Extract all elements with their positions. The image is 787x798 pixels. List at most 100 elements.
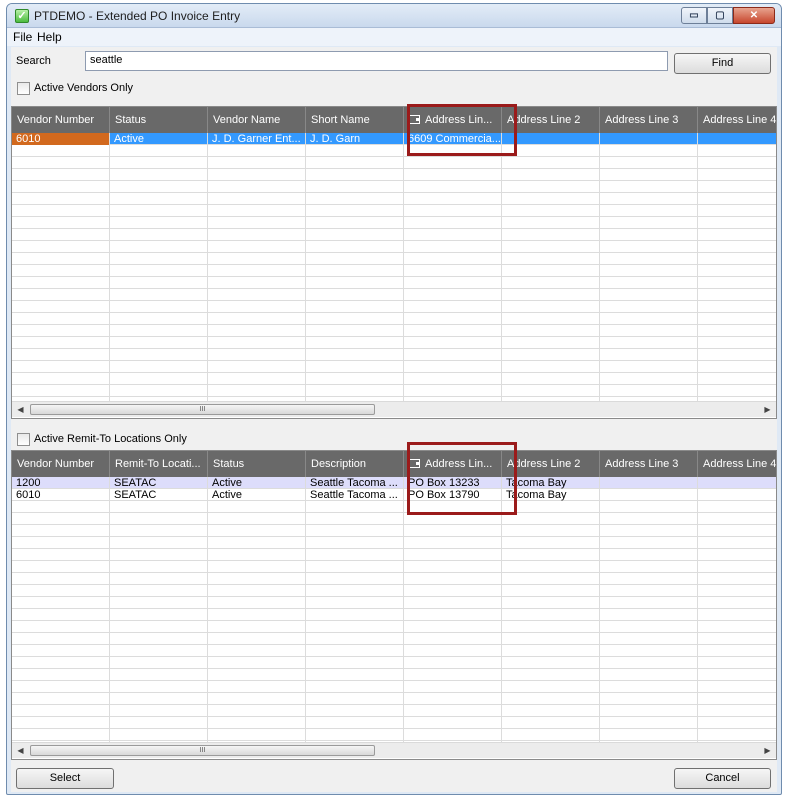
- column-header[interactable]: Address Line 2: [502, 451, 600, 477]
- cancel-button[interactable]: Cancel: [674, 768, 771, 789]
- table-cell[interactable]: [600, 133, 698, 145]
- empty-row: [12, 229, 776, 241]
- scroll-right-icon[interactable]: ▶: [759, 402, 776, 417]
- table-cell[interactable]: PO Box 13233: [404, 477, 502, 489]
- table-cell[interactable]: J. D. Garn: [306, 133, 404, 145]
- column-header[interactable]: Address Line 3: [600, 107, 698, 133]
- column-header[interactable]: Vendor Name: [208, 107, 306, 133]
- table-cell[interactable]: Active: [110, 133, 208, 145]
- column-header-label: Address Lin...: [425, 458, 493, 470]
- column-header-label: Vendor Number: [17, 114, 95, 126]
- table-cell[interactable]: SEATAC: [110, 477, 208, 489]
- scroll-left-icon[interactable]: ◀: [12, 402, 29, 417]
- empty-row: [12, 325, 776, 337]
- table-cell[interactable]: J. D. Garner Ent...: [208, 133, 306, 145]
- search-input[interactable]: seattle: [85, 51, 668, 71]
- table-cell[interactable]: [600, 477, 698, 489]
- scroll-thumb[interactable]: III: [30, 745, 375, 756]
- table-row[interactable]: 6010 SEATAC Active Seattle Tacoma ... PO Box…: [12, 489, 776, 501]
- empty-row: [12, 525, 776, 537]
- table-cell[interactable]: 1200: [12, 477, 110, 489]
- grid-column-line: [501, 477, 502, 743]
- empty-row: [12, 609, 776, 621]
- column-header[interactable]: Address Line 2: [502, 107, 600, 133]
- active-remit-to-label: Active Remit-To Locations Only: [34, 433, 187, 445]
- table-cell[interactable]: Active: [208, 489, 306, 501]
- find-button[interactable]: Find: [674, 53, 771, 74]
- close-icon[interactable]: ✕: [733, 7, 775, 24]
- empty-row: [12, 729, 776, 741]
- empty-row: [12, 241, 776, 253]
- table-cell[interactable]: [600, 489, 698, 501]
- table-cell[interactable]: Tacoma Bay: [502, 477, 600, 489]
- column-header-label: Short Name: [311, 114, 370, 126]
- menu-file[interactable]: File: [13, 30, 32, 44]
- grid-column-line: [501, 133, 502, 402]
- scroll-right-icon[interactable]: ▶: [759, 743, 776, 758]
- grid-column-line: [305, 133, 306, 402]
- column-header[interactable]: Address Line 4: [698, 107, 776, 133]
- column-header[interactable]: Status: [208, 451, 306, 477]
- empty-row: [12, 621, 776, 633]
- scroll-thumb[interactable]: III: [30, 404, 375, 415]
- table-cell[interactable]: PO Box 13790: [404, 489, 502, 501]
- column-header[interactable]: Vendor Number: [12, 107, 110, 133]
- empty-row: [12, 193, 776, 205]
- empty-row: [12, 145, 776, 157]
- active-remit-to-checkbox[interactable]: [17, 433, 30, 446]
- table-cell[interactable]: Seattle Tacoma ...: [306, 477, 404, 489]
- empty-row: [12, 657, 776, 669]
- column-header[interactable]: Address Lin...: [404, 451, 502, 477]
- column-header[interactable]: Vendor Number: [12, 451, 110, 477]
- search-label: Search: [16, 55, 51, 67]
- table-row[interactable]: 6010 Active J. D. Garner Ent... J. D. Garn 6…: [12, 133, 776, 145]
- column-header-label: Description: [311, 458, 367, 470]
- table-cell[interactable]: [698, 477, 776, 489]
- grid-column-line: [599, 477, 600, 743]
- column-chooser-icon[interactable]: [409, 115, 420, 124]
- table-cell[interactable]: Active: [208, 477, 306, 489]
- minimize-icon[interactable]: ▭: [681, 7, 707, 24]
- empty-row: [12, 361, 776, 373]
- column-header[interactable]: Address Line 3: [600, 451, 698, 477]
- table-cell[interactable]: Seattle Tacoma ...: [306, 489, 404, 501]
- column-header[interactable]: Short Name: [306, 107, 404, 133]
- table-cell[interactable]: 6609 Commercia...: [404, 133, 502, 145]
- table-cell[interactable]: SEATAC: [110, 489, 208, 501]
- column-header[interactable]: Remit-To Locati...: [110, 451, 208, 477]
- empty-row: [12, 181, 776, 193]
- column-header[interactable]: Address Lin...: [404, 107, 502, 133]
- column-header-label: Address Line 2: [507, 114, 581, 126]
- table-cell[interactable]: [502, 133, 600, 145]
- empty-row: [12, 349, 776, 361]
- table-cell[interactable]: [698, 133, 776, 145]
- grid-column-line: [305, 477, 306, 743]
- menu-help[interactable]: Help: [37, 30, 62, 44]
- title-bar[interactable]: ✓ PTDEMO - Extended PO Invoice Entry ▭ ▢…: [7, 4, 781, 28]
- column-header[interactable]: Description: [306, 451, 404, 477]
- empty-row: [12, 217, 776, 229]
- column-header[interactable]: Status: [110, 107, 208, 133]
- empty-row: [12, 301, 776, 313]
- scroll-left-icon[interactable]: ◀: [12, 743, 29, 758]
- maximize-icon[interactable]: ▢: [707, 7, 733, 24]
- grid-column-line: [207, 133, 208, 402]
- vendors-grid: Vendor Number Status Vendor Name Short Name…: [11, 106, 777, 419]
- empty-row: [12, 385, 776, 397]
- horizontal-scrollbar[interactable]: ◀ III ▶: [12, 401, 776, 417]
- column-chooser-icon[interactable]: [409, 459, 420, 468]
- empty-row: [12, 501, 776, 513]
- column-header[interactable]: Address Line 4: [698, 451, 776, 477]
- empty-row: [12, 277, 776, 289]
- table-cell[interactable]: 6010: [12, 133, 110, 145]
- select-button[interactable]: Select: [16, 768, 114, 789]
- empty-row: [12, 573, 776, 585]
- table-cell[interactable]: Tacoma Bay: [502, 489, 600, 501]
- table-row[interactable]: 1200 SEATAC Active Seattle Tacoma ... PO Box…: [12, 477, 776, 489]
- table-cell[interactable]: [698, 489, 776, 501]
- empty-row: [12, 253, 776, 265]
- table-cell[interactable]: 6010: [12, 489, 110, 501]
- horizontal-scrollbar[interactable]: ◀ III ▶: [12, 742, 776, 758]
- empty-row: [12, 705, 776, 717]
- active-vendors-checkbox[interactable]: [17, 82, 30, 95]
